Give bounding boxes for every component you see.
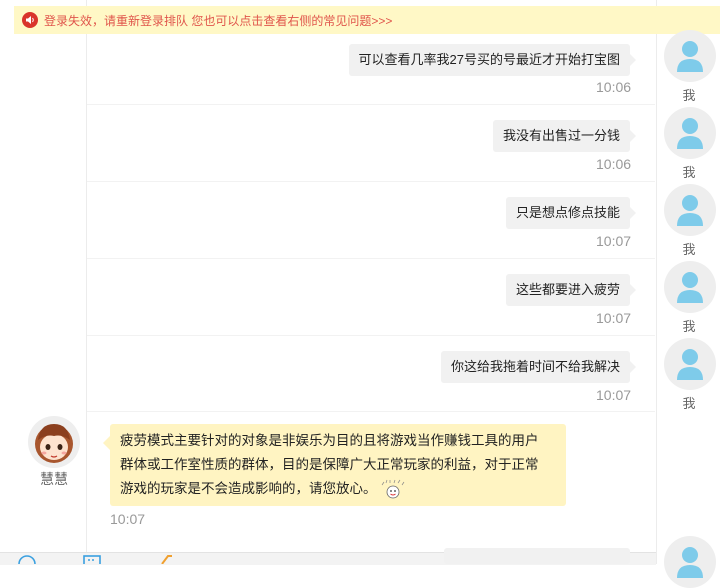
sender-label: 我 (682, 88, 696, 103)
user-message-bubble: 你这给我拖着时间不给我解决 (440, 351, 637, 383)
divider (87, 335, 655, 336)
sender-label: 我 (682, 165, 696, 180)
user-avatar-icon (664, 536, 716, 588)
agent-avatar-icon (28, 416, 80, 468)
agent-message-line: 疲劳模式主要针对的对象是非娱乐为目的且将游戏当作赚钱工具的用户 (120, 433, 539, 448)
divider (87, 181, 655, 182)
user-avatar-icon (664, 107, 716, 159)
message-time: 10:07 (596, 387, 632, 403)
divider (87, 258, 655, 259)
sender-label: 我 (682, 242, 696, 257)
login-expired-notice[interactable]: 登录失效，请重新登录排队 您也可以点击查看右侧的常见问题>>> (14, 6, 720, 34)
user-message-bubble: 我没有出售过一分钱 (492, 120, 637, 152)
agent-message-line: 游戏的玩家是不会造成影响的，请您放心。 (120, 477, 556, 501)
user-message-bubble: 可以查看几率我27号买的号最近才开始打宝图 (348, 44, 637, 76)
divider (87, 104, 655, 105)
message-time: 10:06 (596, 156, 632, 172)
agent-message-text: 游戏的玩家是不会造成影响的，请您放心。 (120, 481, 377, 496)
divider (87, 411, 655, 412)
user-avatar-icon (664, 30, 716, 82)
message-time: 10:07 (110, 511, 146, 527)
user-avatar-icon (664, 338, 716, 390)
user-message-bubble-partial (444, 548, 630, 564)
emoji-sticker-icon (381, 480, 404, 499)
sender-label: 我 (682, 319, 696, 334)
message-time: 10:07 (596, 310, 632, 326)
sender-label: 我 (682, 396, 696, 411)
user-avatar-icon (664, 261, 716, 313)
user-message-bubble: 这些都要进入疲劳 (505, 274, 637, 306)
agent-name: 慧慧 (40, 471, 68, 487)
emoji-icon[interactable] (18, 555, 36, 564)
agent-message-line: 群体或工作室性质的群体，目的是保障广大正常玩家的利益，对于正常 (120, 457, 539, 472)
message-time: 10:06 (596, 79, 632, 95)
speaker-icon (22, 12, 38, 28)
agent-message-bubble: 疲劳模式主要针对的对象是非娱乐为目的且将游戏当作赚钱工具的用户 群体或工作室性质… (103, 424, 566, 506)
notice-text: 登录失效，请重新登录排队 您也可以点击查看右侧的常见问题>>> (44, 13, 393, 28)
user-avatar-icon (664, 184, 716, 236)
screenshot-icon[interactable] (82, 555, 102, 564)
user-message-bubble: 只是想点修点技能 (505, 197, 637, 229)
message-time: 10:07 (596, 233, 632, 249)
file-icon[interactable] (160, 555, 174, 564)
